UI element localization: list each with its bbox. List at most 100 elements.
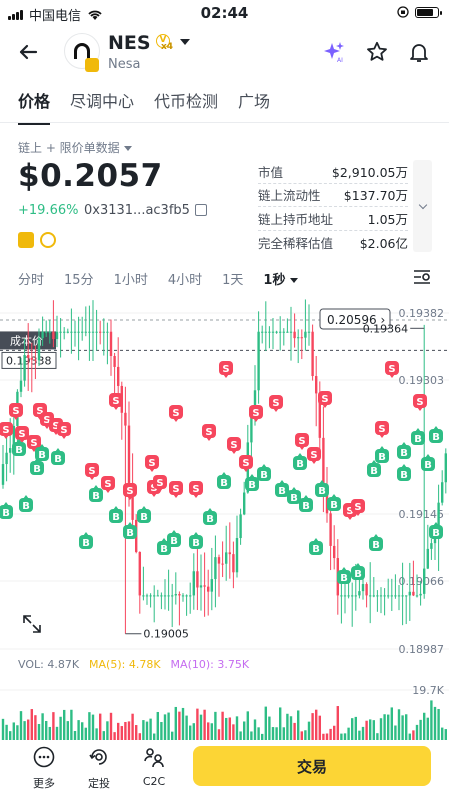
volume-bar: [203, 709, 206, 740]
stat-value: 1.05万: [367, 211, 408, 227]
marker-pointer: [3, 502, 9, 506]
market-stats: 市值 $2,910.05万 链上流动性 $137.70万 链上持币地址 1.05万 完…: [258, 160, 408, 254]
c2c-button[interactable]: C2C: [134, 746, 174, 788]
interval-1d[interactable]: 1天: [222, 269, 243, 288]
exchange-badge-icon[interactable]: [18, 232, 34, 248]
interval-1s-label: 1秒: [263, 273, 286, 288]
candle-body: [369, 595, 372, 597]
candle-body: [444, 453, 447, 483]
candle-body: [106, 331, 109, 333]
interval-timeline[interactable]: 分时: [18, 269, 44, 288]
tab-price[interactable]: 价格: [18, 88, 51, 125]
marker-pointer: [23, 495, 29, 499]
favorite-star-icon[interactable]: [365, 40, 389, 64]
ai-sparkle-icon[interactable]: AI: [322, 40, 346, 64]
marker-label: S: [112, 396, 119, 407]
volume-bar: [437, 708, 440, 740]
interval-1h[interactable]: 1小时: [114, 269, 148, 288]
marker-pointer: [373, 534, 379, 538]
marker-label: S: [104, 479, 111, 490]
chart-settings-icon[interactable]: [412, 268, 432, 286]
volume-bar: [174, 706, 177, 740]
more-button[interactable]: 更多: [24, 746, 64, 791]
interval-1s[interactable]: 1秒: [263, 269, 299, 288]
volume-bar: [81, 722, 84, 740]
volume-bar: [217, 729, 221, 740]
volume-bar: [23, 721, 26, 740]
volume-bar: [145, 721, 149, 740]
volume-bar: [91, 714, 95, 740]
bell-alert-icon[interactable]: [407, 40, 431, 64]
volume-bar: [55, 726, 59, 740]
candle-body: [401, 595, 404, 597]
marker-label: B: [2, 508, 10, 519]
trade-button[interactable]: 交易: [193, 746, 431, 786]
volume-bar: [426, 717, 429, 740]
marker-label: B: [206, 514, 214, 525]
copy-icon[interactable]: [195, 204, 207, 216]
candle-body: [95, 331, 98, 333]
volume-bar: [19, 711, 23, 740]
interval-selector: 分时 15分 1小时 4小时 1天 1秒: [18, 269, 318, 288]
stats-expand-button[interactable]: [413, 160, 432, 252]
volume-bar: [401, 715, 404, 740]
interval-4h[interactable]: 4小时: [168, 269, 202, 288]
candle-body: [167, 595, 170, 597]
marker-pointer: [379, 446, 385, 450]
candle-body: [113, 355, 116, 367]
volume-bar: [167, 712, 170, 740]
marker-pointer: [297, 453, 303, 457]
marker-label: S: [252, 408, 259, 419]
candle-body: [297, 337, 300, 339]
volume-bar: [149, 718, 152, 740]
candlestick-chart[interactable]: 0.193820.193030.191450.190660.189870.205…: [0, 292, 449, 740]
volume-bar: [343, 733, 347, 740]
marker-pointer: [341, 567, 347, 571]
alpha-badge-icon[interactable]: [40, 232, 56, 248]
volume-bar: [354, 716, 357, 740]
marker-label: S: [416, 397, 423, 408]
volume-max-label: 19.7K: [412, 684, 444, 697]
candle-body: [88, 331, 91, 333]
data-source-selector[interactable]: 链上 + 限价单数据: [18, 139, 132, 156]
interval-15m[interactable]: 15分: [64, 269, 94, 288]
candle-body: [372, 595, 375, 597]
volume-bar: [221, 711, 224, 740]
tab-due-diligence[interactable]: 尽调中心: [70, 88, 134, 125]
contract-address[interactable]: 0x3131...ac3fb5: [84, 203, 190, 218]
candle-body: [153, 595, 156, 597]
volume-bar: [171, 731, 174, 740]
volume-bar: [138, 733, 141, 740]
more-label: 更多: [33, 777, 55, 790]
marker-pointer: [93, 485, 99, 489]
volume-bar: [433, 706, 437, 740]
y-tick-label: 0.19145: [399, 508, 445, 521]
high-price-label: 0.19364: [363, 322, 409, 335]
tab-token-check[interactable]: 代币检测: [154, 88, 218, 125]
coin-switch-chevron-icon[interactable]: [180, 39, 190, 45]
volume-bar: [37, 723, 41, 740]
candle-body: [174, 594, 177, 596]
candle-body: [361, 584, 365, 592]
candle-body: [34, 359, 37, 361]
volume-bar: [59, 716, 62, 740]
volume-bar: [70, 709, 73, 740]
candle-body: [127, 425, 131, 483]
tab-square[interactable]: 广场: [238, 88, 270, 125]
marker-label: S: [30, 438, 37, 449]
back-arrow-icon[interactable]: [14, 38, 42, 66]
candle-body: [117, 366, 120, 386]
candle-body: [340, 595, 343, 597]
dca-button[interactable]: 定投: [79, 746, 119, 791]
volume-bar: [88, 712, 91, 740]
coin-symbol[interactable]: NES: [108, 32, 151, 54]
volume-bar: [279, 707, 282, 740]
volume-bar: [358, 730, 361, 740]
candle-body: [109, 331, 113, 356]
volume-bar: [369, 719, 372, 740]
marker-label: B: [192, 538, 200, 549]
stat-label: 完全稀释估值: [258, 235, 334, 251]
candle-body: [311, 331, 314, 377]
volume-bar: [315, 709, 318, 740]
marker-pointer: [207, 508, 213, 512]
